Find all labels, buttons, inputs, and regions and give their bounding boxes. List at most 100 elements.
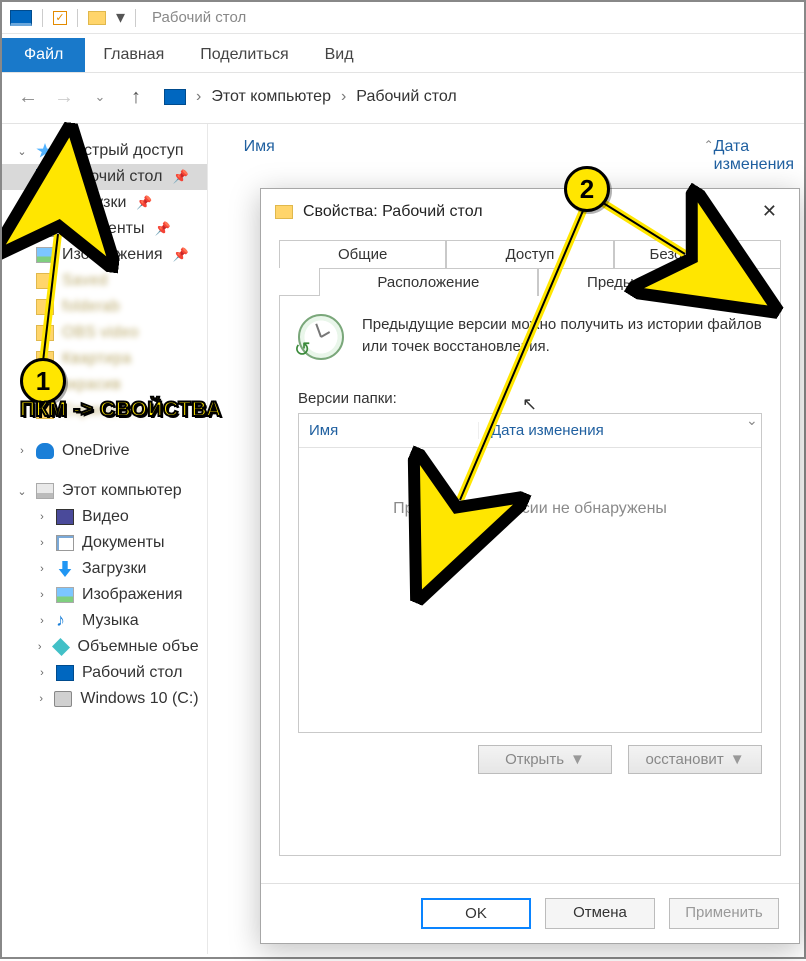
folder-icon — [36, 273, 54, 289]
pc-icon — [36, 483, 54, 499]
chevron-right-icon[interactable]: › — [36, 693, 46, 705]
pictures-icon — [36, 247, 54, 263]
chevron-right-icon[interactable]: › — [36, 537, 48, 549]
chevron-right-icon[interactable]: › — [36, 615, 48, 627]
nav-recent-folder[interactable]: Saved — [2, 268, 207, 294]
versions-col-date[interactable]: Дата изменения — [479, 422, 604, 439]
versions-list[interactable]: Имя Дата изменения Предыдущие версии не … — [298, 413, 762, 733]
nav-pictures-pinned[interactable]: Изображения 📌 — [2, 242, 207, 268]
ribbon-share[interactable]: Поделиться — [182, 38, 306, 72]
tab-previous-versions[interactable]: Предыдущие версии — [538, 268, 781, 296]
versions-empty-message: Предыдущие версии не обнаружены — [299, 500, 761, 518]
qat-dropdown-icon[interactable]: ▾ — [116, 7, 125, 28]
chevron-right-icon[interactable]: › — [36, 641, 44, 653]
nav-recent-folder[interactable]: вкрасив — [2, 372, 207, 398]
previous-versions-description: Предыдущие версии можно получить из исто… — [362, 314, 762, 358]
address-bar-row: ← → ⌄ ↑ › Этот компьютер › Рабочий стол — [2, 73, 804, 124]
nav-recent-dropdown[interactable]: ⌄ — [86, 83, 114, 111]
nav-quick-access[interactable]: ⌄ Быстрый доступ — [2, 138, 207, 164]
nav-music[interactable]: ›♪Музыка — [2, 608, 207, 634]
ribbon-view[interactable]: Вид — [307, 38, 372, 72]
folder-icon — [36, 325, 54, 341]
nav-back-button[interactable]: ← — [14, 83, 42, 111]
chevron-right-icon[interactable]: › — [36, 589, 48, 601]
cancel-button[interactable]: Отмена — [545, 898, 655, 929]
tab-general[interactable]: Общие — [279, 240, 446, 268]
folder-icon — [36, 377, 54, 393]
folder-icon — [275, 205, 293, 219]
restore-version-button: осстановит▼ — [628, 745, 762, 774]
star-icon — [36, 143, 54, 159]
nav-3dobjects[interactable]: ›Объемные объе — [2, 634, 207, 660]
download-icon — [56, 561, 74, 577]
column-date[interactable]: Дата изменения — [714, 138, 794, 174]
breadcrumb-thispc[interactable]: Этот компьютер — [211, 88, 331, 106]
chevron-right-icon[interactable]: › — [36, 511, 48, 523]
nav-this-pc[interactable]: ⌄ Этот компьютер — [2, 478, 207, 504]
nav-up-button[interactable]: ↑ — [122, 83, 150, 111]
nav-pane[interactable]: ⌄ Быстрый доступ Рабочий стол 📌 Загрузки… — [2, 124, 208, 954]
nav-forward-button: → — [50, 83, 78, 111]
chevron-right-icon: › — [196, 88, 201, 106]
chevron-right-icon[interactable]: › — [16, 445, 28, 457]
chevron-down-icon[interactable]: ⌄ — [16, 485, 28, 498]
breadcrumb-folder[interactable]: Рабочий стол — [356, 88, 456, 106]
dialog-title: Свойства: Рабочий стол — [303, 203, 483, 221]
download-icon — [36, 195, 54, 211]
file-tab[interactable]: Файл — [2, 38, 85, 72]
column-name[interactable]: Имя — [244, 138, 564, 174]
nav-recent-folder[interactable]: folderab — [2, 294, 207, 320]
music-icon: ♪ — [56, 613, 74, 629]
pin-icon: 📌 — [172, 169, 188, 185]
nav-onedrive[interactable]: › OneDrive — [2, 438, 207, 464]
nav-recent-folder[interactable]: Квартира — [2, 346, 207, 372]
nav-desktop-pinned[interactable]: Рабочий стол 📌 — [2, 164, 207, 190]
chevron-right-icon[interactable]: › — [36, 563, 48, 575]
nav-drive-c[interactable]: ›Windows 10 (C:) — [2, 686, 207, 712]
nav-pictures[interactable]: ›Изображения — [2, 582, 207, 608]
ribbon: Файл Главная Поделиться Вид — [2, 34, 804, 72]
cube-icon — [51, 638, 69, 656]
apply-button: Применить — [669, 898, 779, 929]
dropdown-icon: ▼ — [570, 751, 585, 768]
address-bar[interactable]: › Этот компьютер › Рабочий стол — [164, 88, 457, 106]
folder-icon — [36, 351, 54, 367]
versions-col-name[interactable]: Имя — [309, 422, 479, 439]
chevron-down-icon[interactable]: ⌄ — [16, 145, 28, 158]
tab-sharing[interactable]: Доступ — [446, 240, 613, 268]
pin-icon: 📌 — [154, 221, 170, 237]
folder-icon — [36, 299, 54, 315]
tab-security[interactable]: Безопасность — [614, 240, 781, 268]
dialog-titlebar[interactable]: Свойства: Рабочий стол ✕ — [261, 189, 799, 240]
desktop-icon — [56, 665, 74, 681]
nav-videos[interactable]: ›Видео — [2, 504, 207, 530]
column-headers[interactable]: Имя ⌃ Дата изменения — [208, 124, 804, 180]
history-clock-icon: ↺ — [298, 314, 344, 360]
dialog-buttons: OK Отмена Применить — [261, 883, 799, 943]
folder-icon — [36, 403, 54, 419]
ribbon-home[interactable]: Главная — [85, 38, 182, 72]
nav-downloads[interactable]: ›Загрузки — [2, 556, 207, 582]
tab-location[interactable]: Расположение — [319, 268, 538, 296]
disk-icon — [54, 691, 72, 707]
dialog-close-button[interactable]: ✕ — [754, 199, 785, 224]
chevron-right-icon: › — [341, 88, 346, 106]
dropdown-icon: ▼ — [730, 751, 745, 768]
pin-icon: 📌 — [173, 247, 189, 263]
chevron-right-icon[interactable]: › — [36, 667, 48, 679]
sort-caret-icon: ⌃ — [704, 138, 714, 174]
pin-icon: 📌 — [136, 195, 152, 211]
nav-documents[interactable]: ›Документы — [2, 530, 207, 556]
nav-recent-folder[interactable]: Скриншоты — [2, 398, 207, 424]
tab-content: ↺ Предыдущие версии можно получить из ис… — [279, 296, 781, 856]
ok-button[interactable]: OK — [421, 898, 531, 929]
nav-downloads-pinned[interactable]: Загрузки 📌 — [2, 190, 207, 216]
properties-dialog[interactable]: Свойства: Рабочий стол ✕ Общие Доступ Бе… — [260, 188, 800, 944]
nav-recent-folder[interactable]: OBS video — [2, 320, 207, 346]
desktop-icon — [36, 169, 54, 185]
video-icon — [56, 509, 74, 525]
nav-desktop[interactable]: ›Рабочий стол — [2, 660, 207, 686]
qat-checkbox-icon[interactable]: ✓ — [53, 11, 67, 25]
nav-documents-pinned[interactable]: Документы 📌 — [2, 216, 207, 242]
document-icon — [56, 535, 74, 551]
